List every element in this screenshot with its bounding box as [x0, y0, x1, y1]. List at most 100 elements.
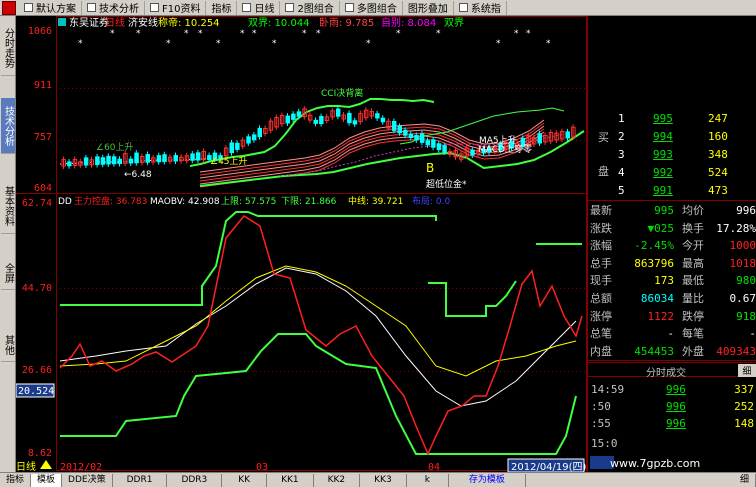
- toolbar-tech-analysis-button[interactable]: 技术分析: [82, 0, 145, 15]
- quote-label: 现手: [590, 274, 612, 288]
- kline-chart-canvas[interactable]: 东吴证券 日线 济安线 称帝: 10.254 双界: 10.044 卧雨: 9.…: [16, 16, 587, 472]
- candle-body: [436, 143, 442, 151]
- quote-label: 最高: [682, 256, 704, 270]
- quote-label: 每笔: [682, 327, 704, 341]
- toolbar-system-indicator-button[interactable]: 系统指: [454, 0, 507, 15]
- candle-body: [313, 119, 318, 124]
- candle-body: [106, 155, 111, 165]
- order-book-price: 993: [653, 148, 673, 161]
- quote-value: 1122: [647, 309, 675, 323]
- toolbar-daily-button[interactable]: 日线: [237, 0, 281, 15]
- quote-value: -2.45%: [634, 239, 674, 253]
- sidebar-tab-fullscreen[interactable]: 全屏: [1, 256, 15, 290]
- quote-label: 涨跌: [590, 221, 612, 235]
- ticks-detail-button[interactable]: 细: [738, 364, 756, 377]
- quote-value: 173: [654, 274, 674, 288]
- sidebar-tab-tech-analysis[interactable]: 技术分析: [1, 98, 15, 154]
- sidebar-tab-basic-info[interactable]: 基本资料: [1, 178, 15, 234]
- quote-label: 内盘: [590, 344, 612, 358]
- toolbar-f10-button[interactable]: F10资料: [145, 0, 207, 15]
- annotation-macd-up: MACD上穿零: [478, 143, 532, 155]
- tick-price: 996: [666, 400, 686, 413]
- candle-body: [397, 125, 402, 134]
- order-book-sell-label: 盘: [598, 165, 609, 178]
- date-label-1: 03: [256, 462, 268, 472]
- toolbar-2-chart-button[interactable]: 2图组合: [280, 0, 340, 15]
- annotation-marker-b: B: [426, 161, 434, 175]
- candle-body: [251, 134, 257, 141]
- bottom-tab-ddr3[interactable]: DDR3: [167, 473, 223, 487]
- quote-label: 总笔: [590, 327, 612, 341]
- bottom-tab-save-template[interactable]: 存为模板: [449, 473, 526, 487]
- order-book-price: 991: [653, 184, 673, 197]
- bottom-tab-kk2[interactable]: KK2: [314, 473, 361, 487]
- date-label-0: 2012/02: [60, 462, 102, 472]
- bottom-tab-indicator[interactable]: 指标: [0, 473, 32, 487]
- top-toolbar: 默认方案 技术分析 F10资料 指标 日线 2图组合 多图组合 图形叠加 系统指: [0, 0, 756, 16]
- signal-star: *: [366, 39, 371, 49]
- signal-star: *: [136, 29, 141, 39]
- quote-label: 涨停: [590, 309, 612, 323]
- candle-body: [442, 145, 447, 153]
- header-item-1: 双界: 10.044: [248, 17, 310, 29]
- chart-icon: [87, 3, 96, 12]
- toolbar-overlay-button[interactable]: 图形叠加: [403, 0, 454, 15]
- candle-body: [257, 127, 262, 138]
- candle-body: [83, 157, 89, 166]
- chart-area[interactable]: 东吴证券 日线 济安线 称帝: 10.254 双界: 10.044 卧雨: 9.…: [16, 16, 587, 472]
- tick-volume: 148: [734, 417, 754, 430]
- indicator-name: DD: [58, 197, 72, 207]
- sidebar-tab-timeshare[interactable]: 分时走势: [1, 20, 15, 76]
- period-arrow-icon: [40, 460, 52, 469]
- signal-star: *: [110, 29, 115, 39]
- candle-body: [246, 136, 251, 144]
- stock-name: 济安线: [128, 16, 158, 29]
- candle-body: [111, 156, 117, 165]
- toolbar-default-scheme-button[interactable]: 默认方案: [19, 0, 82, 15]
- quote-value: 995: [654, 204, 674, 217]
- sidebar-tab-other[interactable]: 其他: [1, 328, 15, 362]
- tick-price: 996: [666, 383, 686, 396]
- toolbar-multi-chart-button[interactable]: 多图组合: [340, 0, 403, 15]
- bottom-tab-dde[interactable]: DDE决策: [62, 473, 113, 487]
- quote-value: 863796: [634, 256, 674, 270]
- price-y-tick-3: 604: [34, 183, 52, 194]
- system-icon: [458, 3, 468, 12]
- quote-value: 980: [736, 274, 756, 288]
- signal-star: *: [252, 29, 257, 39]
- toolbar-indicator-button[interactable]: 指标: [206, 0, 238, 15]
- divider: [588, 200, 756, 201]
- order-book-volume: 348: [708, 148, 728, 161]
- quote-label: 外盘: [682, 344, 704, 358]
- period-name: 日线: [105, 16, 125, 29]
- candle-body: [162, 154, 167, 162]
- quote-value: 86034: [640, 292, 674, 305]
- candle-body: [195, 152, 201, 161]
- indicator-lines: [59, 211, 583, 456]
- bottom-tab-kk3[interactable]: KK3: [360, 473, 407, 487]
- bottom-tab-k[interactable]: k: [407, 473, 449, 487]
- header-item-2: 卧雨: 9.785: [319, 16, 374, 29]
- candle-body: [335, 108, 341, 117]
- bottom-tab-kk[interactable]: KK: [222, 473, 268, 487]
- indicator-item-2: 上限: 57.575: [221, 196, 276, 207]
- bottom-tab-kk1[interactable]: KK1: [267, 473, 314, 487]
- bottom-tab-ddr1[interactable]: DDR1: [113, 473, 168, 487]
- signal-star: *: [546, 39, 551, 49]
- quote-value: 1018: [729, 256, 756, 270]
- header-item-0: 称帝: 10.254: [158, 16, 220, 29]
- bottom-tab-detail[interactable]: 细: [734, 473, 756, 487]
- candle-body: [408, 133, 414, 139]
- bottom-tab-template[interactable]: 模板: [31, 473, 63, 487]
- order-book-level: 3: [618, 148, 625, 161]
- signal-stars-top: * * * * * * * * * * * * * * * * * * *: [78, 29, 551, 49]
- candle-body: [352, 120, 358, 125]
- left-sidebar: 分时走势 技术分析 基本资料 全屏 其他: [0, 16, 16, 472]
- signal-star: *: [240, 29, 245, 39]
- date-label-2: 04: [428, 462, 440, 472]
- quote-value: -: [749, 327, 756, 341]
- candle-body: [291, 113, 296, 120]
- candle-body: [375, 113, 380, 119]
- header-item-4: 双界: [444, 17, 464, 29]
- quote-label: 总手: [590, 256, 612, 270]
